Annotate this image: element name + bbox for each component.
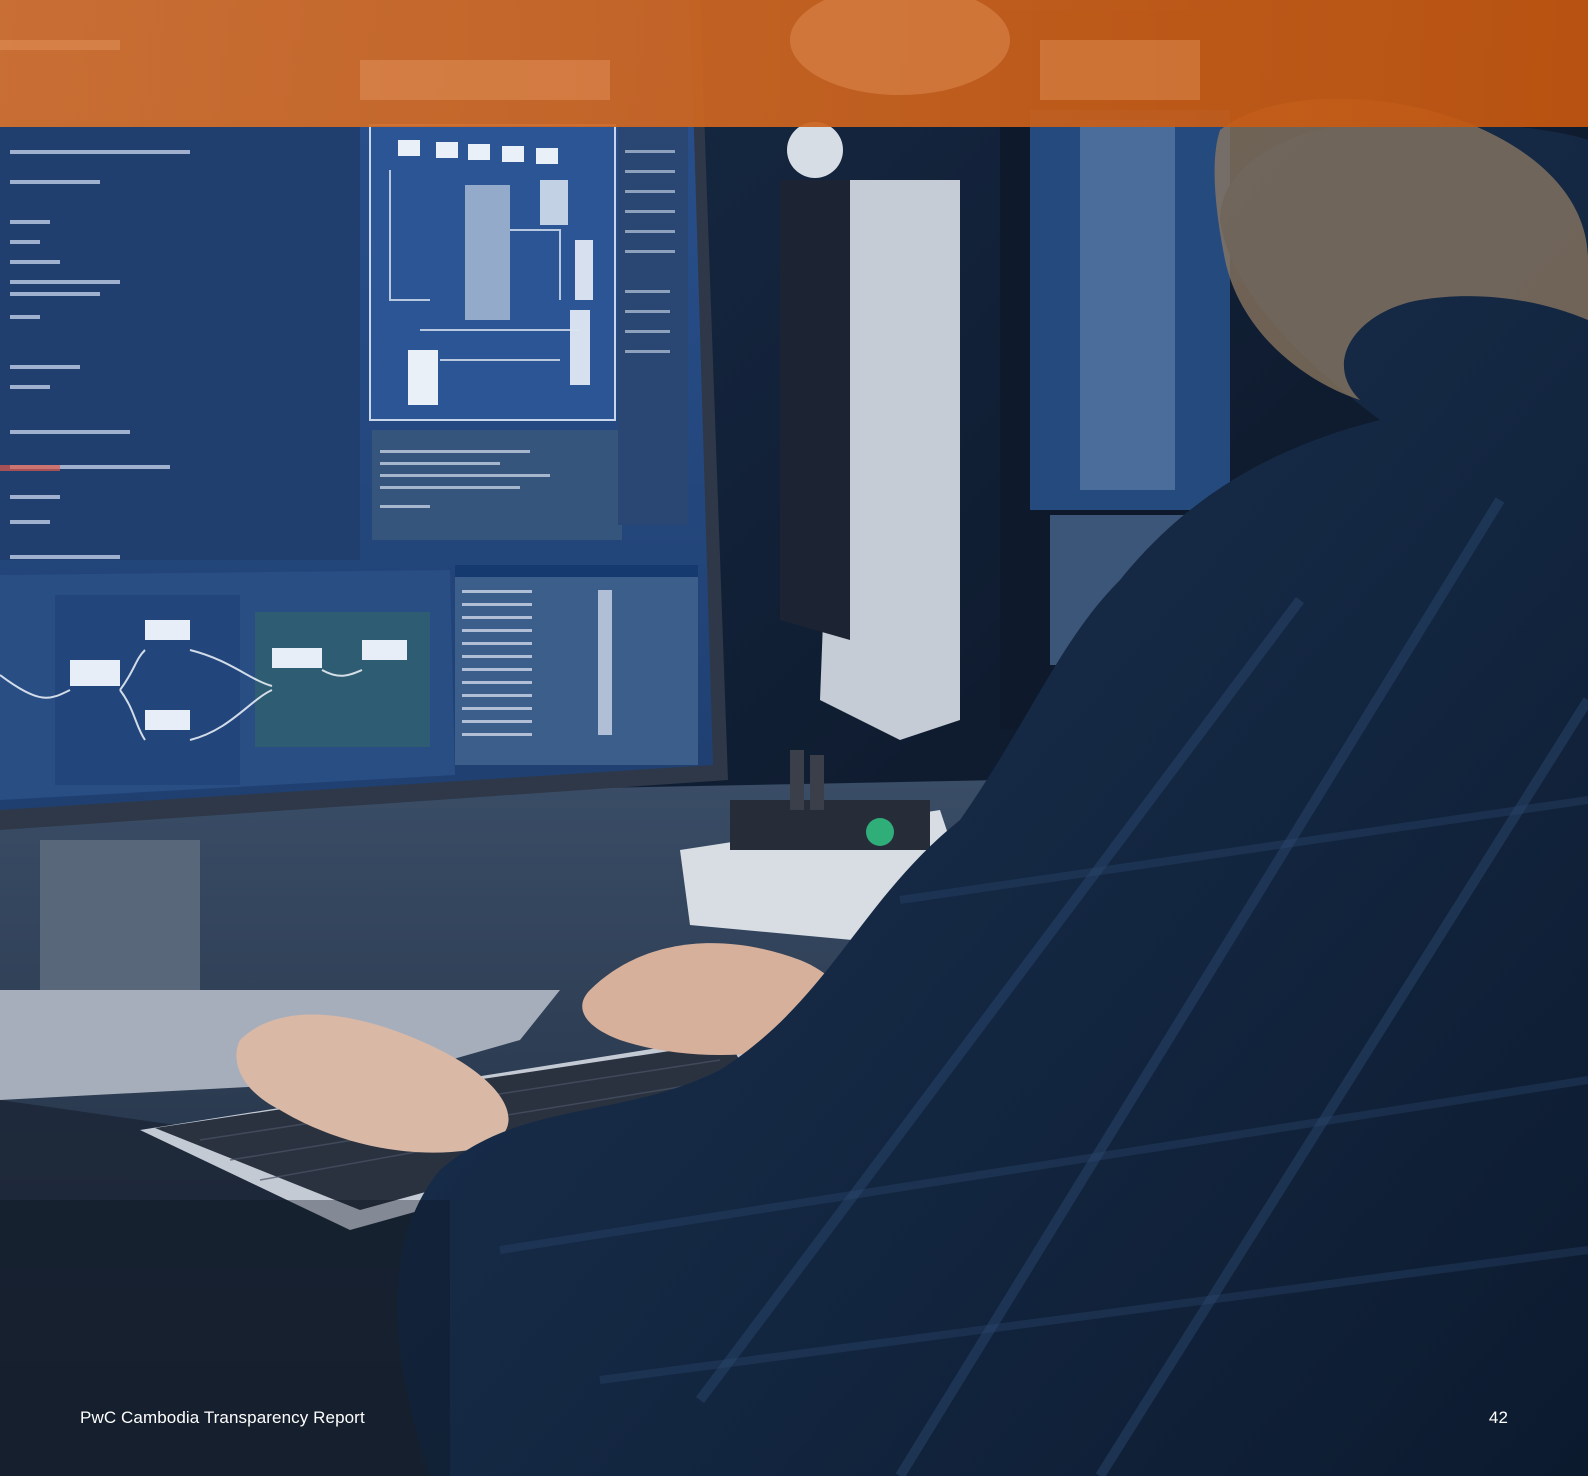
footer-report-title: PwC Cambodia Transparency Report xyxy=(80,1408,365,1427)
background-photo xyxy=(0,0,1588,1476)
page-number: 42 xyxy=(1488,1408,1508,1427)
